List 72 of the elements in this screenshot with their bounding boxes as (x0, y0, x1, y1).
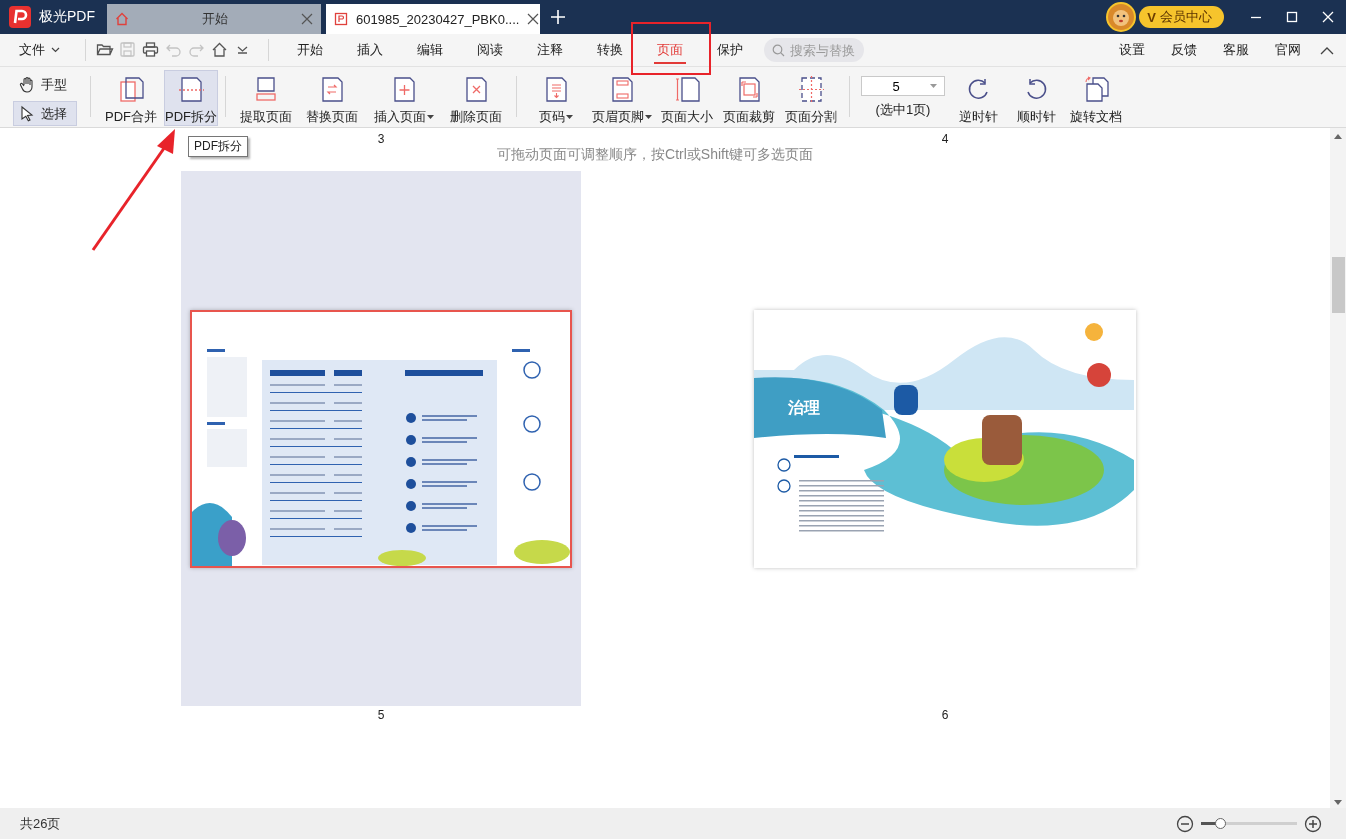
toolbar-button[interactable]: 删除页面 (443, 70, 509, 126)
search-icon (772, 43, 785, 57)
rotate-document-icon (1082, 76, 1110, 103)
ribbon-tab[interactable]: 阅读 (460, 36, 520, 64)
file-menu[interactable]: 文件 (19, 41, 79, 59)
menu-link[interactable]: 反馈 (1158, 41, 1210, 59)
ribbon-tab[interactable]: 注释 (520, 36, 580, 64)
toolbar-button[interactable]: 页眉页脚 (588, 70, 656, 126)
menu-link[interactable]: 官网 (1262, 41, 1314, 59)
toolbar-button[interactable]: 页码 (524, 70, 588, 126)
ribbon-tab[interactable]: 编辑 (400, 36, 460, 64)
page-number-label: 6 (941, 708, 949, 722)
split-page-icon (177, 76, 205, 103)
app-name: 极光PDF (39, 8, 95, 26)
scroll-up-icon[interactable] (1334, 134, 1342, 139)
toolbar-button[interactable]: 页面分割 (780, 70, 842, 126)
zoom-in-icon[interactable] (1304, 814, 1322, 833)
print-icon[interactable] (142, 41, 160, 59)
ribbon-tab[interactable]: 插入 (340, 36, 400, 64)
toolbar-button[interactable]: 插入页面 (365, 70, 443, 126)
close-icon[interactable] (527, 13, 540, 25)
page-heading: 治理 (788, 397, 820, 418)
caret-icon (645, 115, 652, 119)
ribbon-tab[interactable]: 保护 (700, 36, 760, 64)
split-view-icon (797, 76, 825, 103)
ribbon-tab[interactable]: 页面 (640, 36, 700, 64)
caret-icon (51, 47, 60, 53)
toolbar-button[interactable]: 逆时针 (949, 70, 1007, 126)
home-icon (115, 12, 129, 26)
menu-link[interactable]: 设置 (1106, 41, 1158, 59)
lion-avatar-icon (1106, 2, 1137, 32)
member-center-button[interactable]: V 会员中心 (1139, 6, 1224, 28)
page-count: 共26页 (20, 814, 61, 833)
page-number-field[interactable]: 5 (861, 76, 945, 96)
page-number-label: 4 (941, 132, 949, 146)
document-tab[interactable]: 601985_20230427_PBK0.... (326, 4, 540, 34)
scrollbar-thumb[interactable] (1331, 257, 1345, 313)
home-icon[interactable] (211, 41, 229, 59)
page-number-label: 5 (377, 708, 385, 722)
cursor-arrow-icon (19, 105, 35, 122)
zoom-out-icon[interactable] (1176, 814, 1194, 833)
page-size-icon (673, 76, 701, 103)
mode-button[interactable]: 选择 (13, 101, 77, 126)
new-tab-icon[interactable] (550, 9, 566, 25)
button-tooltip: PDF拆分 (188, 136, 248, 157)
page-number-label: 3 (377, 132, 385, 146)
app-logo-icon (9, 6, 31, 28)
search-field[interactable]: 搜索与替换 (764, 38, 864, 62)
toolbar-button[interactable]: 替换页面 (299, 70, 365, 126)
ribbon-tab[interactable]: 转换 (580, 36, 640, 64)
document-tab[interactable]: 开始 (107, 4, 321, 34)
merge-pages-icon (117, 76, 145, 103)
toolbar-button[interactable]: 旋转文档 (1065, 70, 1127, 126)
toolbar-button[interactable]: PDF拆分 (164, 70, 218, 126)
toolbar-button[interactable]: 页面大小 (656, 70, 718, 126)
caret-icon (566, 115, 573, 119)
toolbar-button[interactable]: 提取页面 (233, 70, 299, 126)
caret-icon (427, 115, 434, 119)
selected-count-label: (选中1页) (875, 101, 931, 119)
mode-button[interactable]: 手型 (13, 72, 77, 97)
page-card[interactable] (181, 171, 581, 706)
toolbar-button[interactable]: 顺时针 (1007, 70, 1065, 126)
collapse-ribbon-icon[interactable] (1320, 45, 1334, 55)
menu-link[interactable]: 客服 (1210, 41, 1262, 59)
scroll-down-icon[interactable] (1334, 800, 1342, 805)
toolbar-button[interactable]: 页面裁剪 (718, 70, 780, 126)
toolbar-button[interactable]: PDF合并 (98, 70, 164, 126)
ribbon-tab[interactable]: 开始 (280, 36, 340, 64)
caret-icon (930, 84, 937, 88)
pdf-file-icon (334, 12, 348, 26)
maximize-icon[interactable] (1286, 11, 1298, 23)
hand-icon (19, 76, 35, 93)
